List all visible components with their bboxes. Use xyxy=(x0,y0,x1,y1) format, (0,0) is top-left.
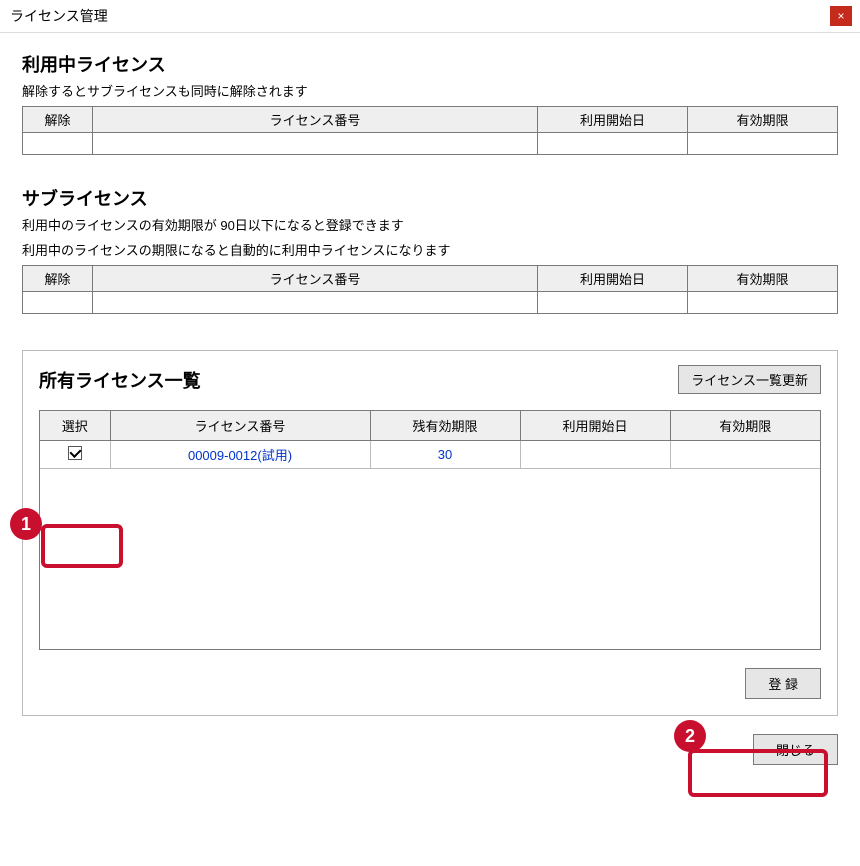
dialog-footer: 閉じる xyxy=(0,726,860,765)
col-expiry: 有効期限 xyxy=(688,266,838,292)
remaining-cell: 30 xyxy=(370,441,520,469)
col-number: ライセンス番号 xyxy=(110,411,370,441)
license-number-cell: 00009-0012(試用) xyxy=(110,441,370,469)
owned-panel-header: 所有ライセンス一覧 ライセンス一覧更新 xyxy=(39,365,821,394)
owned-license-table: 選択 ライセンス番号 残有効期限 利用開始日 有効期限 00009-0012(試… xyxy=(40,411,820,469)
select-cell[interactable] xyxy=(40,441,110,469)
table-header-row: 解除 ライセンス番号 利用開始日 有効期限 xyxy=(23,266,838,292)
dialog-content: 利用中ライセンス 解除するとサブライセンスも同時に解除されます 解除 ライセンス… xyxy=(0,33,860,726)
register-row: 登 録 xyxy=(39,668,821,699)
title-bar: ライセンス管理 × xyxy=(0,0,860,33)
expiry-cell xyxy=(670,441,820,469)
col-start: 利用開始日 xyxy=(538,266,688,292)
register-button[interactable]: 登 録 xyxy=(745,668,821,699)
col-expiry: 有効期限 xyxy=(670,411,820,441)
col-select: 選択 xyxy=(40,411,110,441)
window-title: ライセンス管理 xyxy=(10,6,108,26)
owned-license-panel: 所有ライセンス一覧 ライセンス一覧更新 選択 ライセンス番号 残有効期限 利用開… xyxy=(22,350,838,716)
sub-license-title: サブライセンス xyxy=(22,185,838,211)
col-number: ライセンス番号 xyxy=(93,266,538,292)
checkbox-icon[interactable] xyxy=(68,446,82,460)
active-license-table: 解除 ライセンス番号 利用開始日 有効期限 xyxy=(22,106,838,155)
table-row xyxy=(23,292,838,314)
close-icon[interactable]: × xyxy=(830,6,852,26)
table-header-row: 選択 ライセンス番号 残有効期限 利用開始日 有効期限 xyxy=(40,411,820,441)
col-expiry: 有効期限 xyxy=(688,107,838,133)
col-remaining: 残有効期限 xyxy=(370,411,520,441)
active-license-title: 利用中ライセンス xyxy=(22,51,838,77)
close-button[interactable]: 閉じる xyxy=(753,734,838,765)
owned-license-table-container: 選択 ライセンス番号 残有効期限 利用開始日 有効期限 00009-0012(試… xyxy=(39,410,821,650)
sub-license-table: 解除 ライセンス番号 利用開始日 有効期限 xyxy=(22,265,838,314)
col-number: ライセンス番号 xyxy=(93,107,538,133)
table-header-row: 解除 ライセンス番号 利用開始日 有効期限 xyxy=(23,107,838,133)
col-release: 解除 xyxy=(23,107,93,133)
col-release: 解除 xyxy=(23,266,93,292)
refresh-license-list-button[interactable]: ライセンス一覧更新 xyxy=(678,365,821,394)
col-start: 利用開始日 xyxy=(538,107,688,133)
active-license-subtitle: 解除するとサブライセンスも同時に解除されます xyxy=(22,81,838,100)
sub-license-subtitle-2: 利用中のライセンスの期限になると自動的に利用中ライセンスになります xyxy=(22,240,838,259)
col-start: 利用開始日 xyxy=(520,411,670,441)
start-cell xyxy=(520,441,670,469)
sub-license-subtitle-1: 利用中のライセンスの有効期限が 90日以下になると登録できます xyxy=(22,215,838,234)
owned-license-title: 所有ライセンス一覧 xyxy=(39,367,201,393)
table-row: 00009-0012(試用) 30 xyxy=(40,441,820,469)
table-row xyxy=(23,133,838,155)
